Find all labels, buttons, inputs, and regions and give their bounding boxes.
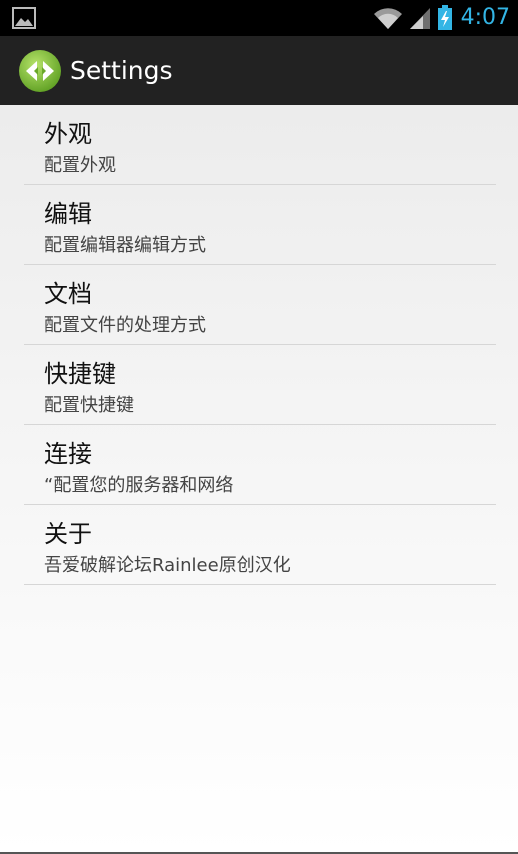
wifi-icon: [373, 8, 402, 29]
settings-item-shortcuts[interactable]: 快捷键 配置快捷键: [24, 345, 496, 425]
item-summary: 配置快捷键: [44, 395, 134, 416]
signal-icon: [409, 8, 430, 29]
item-title: 外观: [44, 120, 92, 148]
settings-item-about[interactable]: 关于 吾爱破解论坛Rainlee原创汉化: [24, 505, 496, 585]
item-title: 文档: [44, 280, 92, 308]
item-title: 编辑: [44, 200, 92, 228]
battery-charging-icon: [437, 5, 452, 30]
page-title: Settings: [70, 56, 173, 85]
settings-item-appearance[interactable]: 外观 配置外观: [24, 105, 496, 185]
status-time: 4:07: [460, 5, 510, 30]
item-title: 连接: [44, 440, 92, 468]
item-summary: 吾爱破解论坛Rainlee原创汉化: [44, 555, 291, 576]
item-summary: “配置您的服务器和网络: [44, 475, 234, 496]
item-summary: 配置外观: [44, 155, 116, 176]
image-icon: [12, 7, 36, 29]
item-summary: 配置编辑器编辑方式: [44, 235, 206, 256]
status-icons: 4:07: [373, 0, 510, 36]
item-title: 快捷键: [44, 360, 116, 388]
settings-list: 外观 配置外观 编辑 配置编辑器编辑方式 文档 配置文件的处理方式 快捷键 配置…: [24, 105, 496, 585]
action-bar: Settings: [0, 36, 518, 105]
settings-content: 外观 配置外观 编辑 配置编辑器编辑方式 文档 配置文件的处理方式 快捷键 配置…: [0, 105, 518, 854]
settings-item-connection[interactable]: 连接 “配置您的服务器和网络: [24, 425, 496, 505]
app-logo-icon[interactable]: [18, 49, 62, 93]
item-title: 关于: [44, 520, 92, 548]
status-bar: 4:07: [0, 0, 518, 36]
item-summary: 配置文件的处理方式: [44, 315, 206, 336]
settings-item-documents[interactable]: 文档 配置文件的处理方式: [24, 265, 496, 345]
settings-item-editor[interactable]: 编辑 配置编辑器编辑方式: [24, 185, 496, 265]
